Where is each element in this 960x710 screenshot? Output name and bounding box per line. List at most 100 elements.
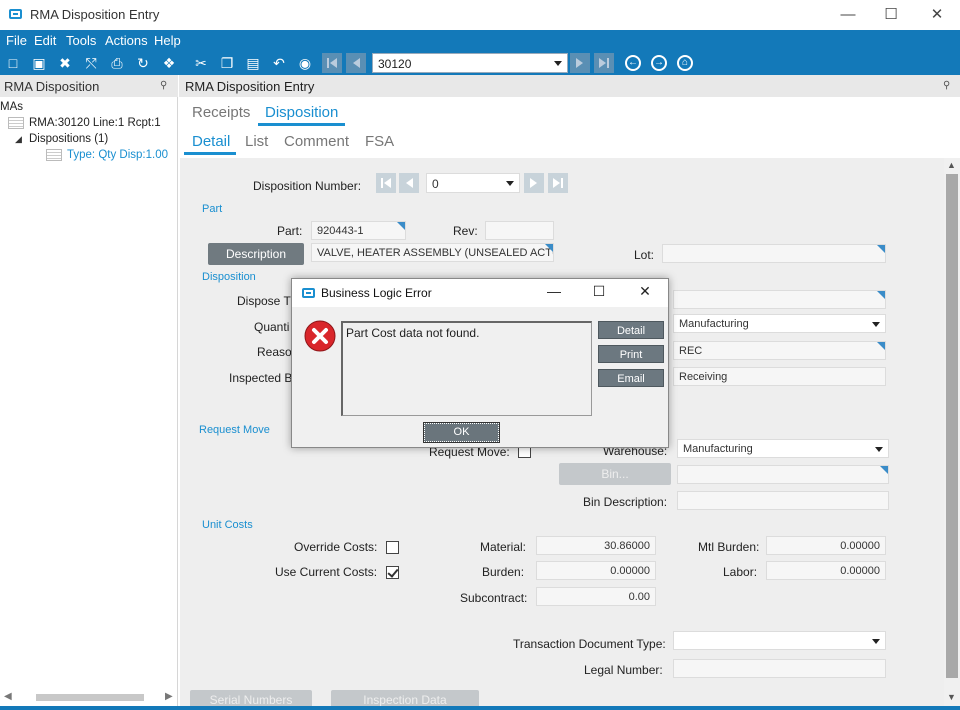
scroll-down-icon[interactable]: ▼ bbox=[947, 692, 956, 702]
override-costs-label: Override Costs: bbox=[294, 540, 378, 554]
dispose-type-field[interactable] bbox=[673, 290, 886, 309]
warehouse-combo[interactable]: Manufacturing bbox=[677, 439, 889, 458]
collapse-icon[interactable]: ◢ bbox=[15, 134, 22, 145]
business-logic-error-dialog: Business Logic Error — ☐ ✕ Part Cost dat… bbox=[291, 278, 669, 448]
bin-description-field[interactable] bbox=[677, 491, 889, 510]
dialog-maximize-icon[interactable]: ☐ bbox=[589, 283, 609, 300]
tab-detail[interactable]: Detail bbox=[192, 133, 230, 150]
ok-button[interactable]: OK bbox=[423, 422, 500, 443]
mtl-burden-field[interactable]: 0.00000 bbox=[766, 536, 886, 555]
delete-icon[interactable]: ✖ bbox=[56, 54, 74, 72]
override-costs-checkbox[interactable] bbox=[386, 541, 399, 554]
paste-icon[interactable]: ▤ bbox=[244, 54, 262, 72]
first-record-icon[interactable] bbox=[322, 53, 342, 73]
use-current-costs-checkbox[interactable] bbox=[386, 566, 399, 579]
vertical-scroll-thumb[interactable] bbox=[946, 174, 958, 678]
description-field[interactable]: VALVE, HEATER ASSEMBLY (UNSEALED ACTUA bbox=[311, 243, 554, 262]
email-button[interactable]: Email bbox=[598, 369, 664, 387]
subcontract-label: Subcontract: bbox=[460, 591, 528, 605]
scroll-right-icon[interactable]: ▶ bbox=[165, 691, 173, 702]
binoculars-icon[interactable]: ◉ bbox=[296, 54, 314, 72]
reason-field[interactable]: REC bbox=[673, 341, 886, 360]
tab-receipts[interactable]: Receipts bbox=[192, 104, 250, 121]
cut-icon[interactable]: ✂ bbox=[192, 54, 210, 72]
tab-fsa[interactable]: FSA bbox=[365, 133, 394, 150]
inspected-field[interactable]: Receiving bbox=[673, 367, 886, 386]
print-icon[interactable]: ⎙ bbox=[108, 54, 126, 72]
save-icon[interactable]: ▣ bbox=[30, 54, 48, 72]
disposition-number-combo[interactable]: 0 bbox=[426, 173, 520, 193]
chevron-down-icon[interactable] bbox=[875, 447, 883, 452]
chevron-down-icon[interactable] bbox=[554, 61, 562, 66]
record-combo-value: 30120 bbox=[378, 57, 412, 71]
tree-item-rma[interactable]: RMA:30120 Line:1 Rcpt:1 bbox=[29, 117, 161, 129]
material-field[interactable]: 30.86000 bbox=[536, 536, 656, 555]
dialog-minimize-icon[interactable]: — bbox=[544, 283, 564, 299]
menu-tools[interactable]: Tools bbox=[66, 33, 96, 48]
new-icon[interactable]: □ bbox=[4, 54, 22, 72]
lot-label: Lot: bbox=[634, 248, 655, 262]
disp-next-icon[interactable] bbox=[524, 173, 544, 193]
scroll-left-icon[interactable]: ◀ bbox=[4, 691, 12, 702]
subcontract-field[interactable]: 0.00 bbox=[536, 587, 656, 606]
undo-icon[interactable]: ↶ bbox=[270, 54, 288, 72]
maximize-icon[interactable]: ☐ bbox=[879, 4, 903, 26]
menu-edit[interactable]: Edit bbox=[34, 33, 56, 48]
part-field[interactable]: 920443-1 bbox=[311, 221, 406, 240]
last-record-icon[interactable] bbox=[594, 53, 614, 73]
warehouse-combo-1-value: Manufacturing bbox=[679, 318, 749, 330]
tab-list[interactable]: List bbox=[245, 133, 268, 150]
menu-help[interactable]: Help bbox=[154, 33, 181, 48]
pin-icon[interactable]: ⚲ bbox=[160, 80, 167, 91]
disp-prev-icon[interactable] bbox=[399, 173, 419, 193]
quantity-label: Quanti bbox=[254, 320, 290, 334]
left-tree-panel: RMA Disposition ⚲ MAs RMA:30120 Line:1 R… bbox=[0, 75, 178, 710]
attach-icon[interactable]: ⤲ bbox=[82, 54, 100, 72]
transaction-doc-type-combo[interactable] bbox=[673, 631, 886, 650]
rev-field[interactable] bbox=[485, 221, 554, 240]
section-unit-costs: Unit Costs bbox=[202, 519, 253, 531]
back-icon[interactable]: ← bbox=[625, 55, 641, 71]
legal-number-field[interactable] bbox=[673, 659, 886, 678]
disposition-number-label: Disposition Number: bbox=[253, 179, 362, 193]
tree-item-dispositions[interactable]: Dispositions (1) bbox=[29, 133, 108, 145]
burden-field[interactable]: 0.00000 bbox=[536, 561, 656, 580]
disp-last-icon[interactable] bbox=[548, 173, 568, 193]
tab-comment[interactable]: Comment bbox=[284, 133, 349, 150]
chevron-down-icon[interactable] bbox=[872, 639, 880, 644]
labor-field[interactable]: 0.00000 bbox=[766, 561, 886, 580]
menu-actions[interactable]: Actions bbox=[105, 33, 148, 48]
chevron-down-icon[interactable] bbox=[506, 181, 514, 186]
forward-icon[interactable]: → bbox=[651, 55, 667, 71]
chevron-down-icon[interactable] bbox=[872, 322, 880, 327]
next-record-icon[interactable] bbox=[570, 53, 590, 73]
refresh-icon[interactable]: ↻ bbox=[134, 54, 152, 72]
clear-icon[interactable]: ❖ bbox=[160, 54, 178, 72]
close-icon[interactable]: ✕ bbox=[925, 4, 949, 26]
disp-first-icon[interactable] bbox=[376, 173, 396, 193]
previous-record-icon[interactable] bbox=[346, 53, 366, 73]
copy-icon[interactable]: ❐ bbox=[218, 54, 236, 72]
rev-label: Rev: bbox=[453, 224, 478, 238]
menu-file[interactable]: File bbox=[6, 33, 27, 48]
scroll-up-icon[interactable]: ▲ bbox=[947, 160, 956, 170]
lot-field[interactable] bbox=[662, 244, 886, 263]
description-button[interactable]: Description bbox=[208, 243, 304, 265]
dialog-close-icon[interactable]: ✕ bbox=[635, 283, 655, 300]
pin-icon[interactable]: ⚲ bbox=[943, 80, 950, 91]
tree-root[interactable]: MAs bbox=[0, 101, 23, 113]
bin-button[interactable]: Bin... bbox=[559, 463, 671, 485]
print-button[interactable]: Print bbox=[598, 345, 664, 363]
warehouse-combo-1[interactable]: Manufacturing bbox=[673, 314, 886, 333]
bin-field[interactable] bbox=[677, 465, 889, 484]
horizontal-scroll-thumb[interactable] bbox=[36, 694, 144, 701]
burden-label: Burden: bbox=[482, 565, 525, 579]
tab-disposition[interactable]: Disposition bbox=[265, 104, 338, 121]
dispose-type-label: Dispose T bbox=[237, 294, 291, 308]
minimize-icon[interactable]: — bbox=[836, 4, 860, 26]
bin-description-label: Bin Description: bbox=[583, 495, 668, 509]
detail-button[interactable]: Detail bbox=[598, 321, 664, 339]
record-combo[interactable]: 30120 bbox=[372, 53, 568, 73]
home-icon[interactable]: ⌂ bbox=[677, 55, 693, 71]
tree-item-type[interactable]: Type: Qty Disp:1.00 bbox=[67, 149, 168, 161]
